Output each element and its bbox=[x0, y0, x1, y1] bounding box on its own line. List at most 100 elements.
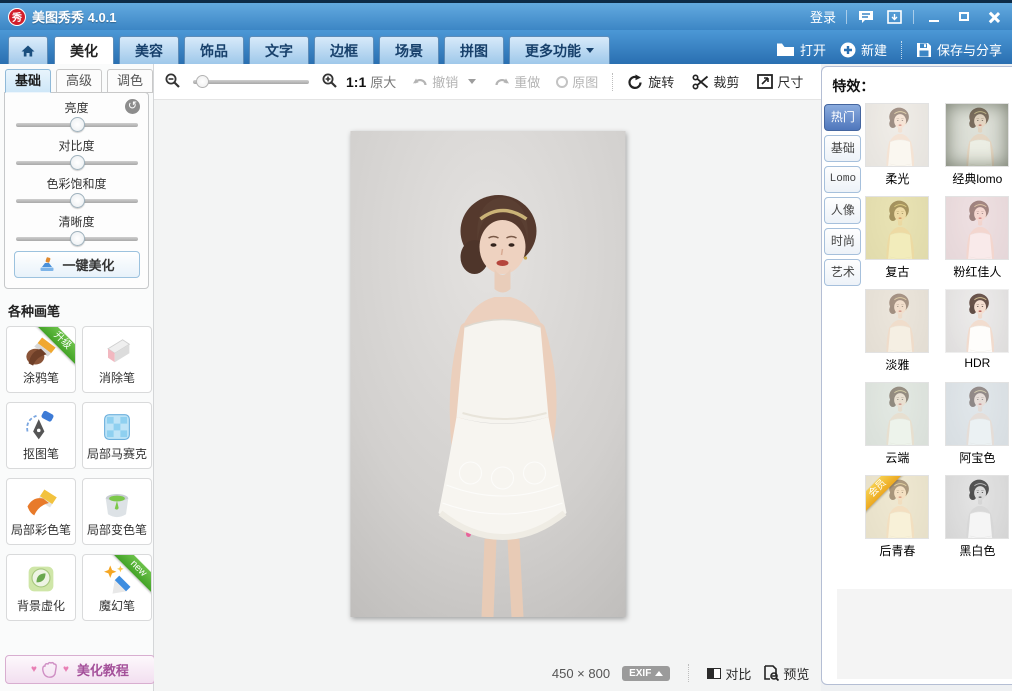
tab-text[interactable]: 文字 bbox=[249, 36, 309, 64]
slider-thumb[interactable] bbox=[70, 231, 85, 246]
color-brush-icon bbox=[22, 485, 60, 521]
login-link[interactable]: 登录 bbox=[810, 7, 836, 26]
slider-label: 对比度 bbox=[5, 137, 148, 154]
ad-placeholder bbox=[837, 589, 1012, 679]
slider-thumb[interactable] bbox=[70, 117, 85, 132]
right-column: 特效： 热门 基础 Lomo 人像 时尚 艺术 柔光 经典lomo bbox=[821, 64, 1012, 691]
crop-button[interactable]: 裁剪 bbox=[692, 72, 739, 91]
app-logo-icon: 秀 bbox=[8, 8, 26, 26]
contrast-slider-row: 对比度 bbox=[5, 137, 148, 165]
eraser-pen-button[interactable]: 消除笔 bbox=[82, 326, 152, 393]
beautify-tutorial-button[interactable]: ♥ ♥ 美化教程 bbox=[5, 655, 155, 684]
tutorial-hand-icon: ♥ ♥ bbox=[31, 661, 69, 679]
maximize-button[interactable] bbox=[954, 8, 974, 26]
tab-collage[interactable]: 拼图 bbox=[444, 36, 504, 64]
doodle-pen-button[interactable]: 涂鸦笔 升级 bbox=[6, 326, 76, 393]
effect-abao-color[interactable]: 阿宝色 bbox=[945, 382, 1009, 466]
zoom-slider[interactable] bbox=[193, 80, 309, 84]
minimize-button[interactable] bbox=[924, 8, 944, 26]
local-recolor-pen-button[interactable]: 局部变色笔 bbox=[82, 478, 152, 545]
rotate-icon bbox=[627, 74, 644, 90]
effect-pink-lady[interactable]: 粉红佳人 bbox=[945, 196, 1009, 280]
new-plus-icon bbox=[840, 42, 856, 58]
undo-button[interactable]: 撤销 bbox=[412, 72, 458, 91]
effect-category-tabs: 热门 基础 Lomo 人像 时尚 艺术 bbox=[824, 104, 861, 286]
one-click-beautify-button[interactable]: 一键美化 bbox=[14, 251, 140, 278]
sharpness-slider-row: 清晰度 bbox=[5, 213, 148, 241]
sharpness-slider[interactable] bbox=[16, 237, 138, 241]
reset-icon[interactable]: ↺ bbox=[125, 99, 140, 114]
effect-cloud[interactable]: 云端 bbox=[865, 382, 929, 466]
separator bbox=[612, 73, 613, 91]
canvas-toolbar: 1:1 原大 撤销 重做 原图 旋转 bbox=[154, 64, 821, 100]
canvas-image[interactable] bbox=[350, 131, 625, 617]
effect-elegant[interactable]: 淡雅 bbox=[865, 289, 929, 373]
tab-basic[interactable]: 基础 bbox=[5, 69, 51, 93]
tab-accessories[interactable]: 饰品 bbox=[184, 36, 244, 64]
feedback-chat-icon[interactable] bbox=[857, 9, 875, 25]
effect-black-white[interactable]: 黑白色 bbox=[945, 475, 1009, 559]
category-hot[interactable]: 热门 bbox=[824, 104, 861, 131]
tab-color-tune[interactable]: 调色 bbox=[107, 69, 153, 93]
slider-thumb[interactable] bbox=[70, 193, 85, 208]
slider-thumb[interactable] bbox=[70, 155, 85, 170]
home-icon bbox=[19, 43, 37, 59]
tab-cosmetics[interactable]: 美容 bbox=[119, 36, 179, 64]
open-button[interactable]: 打开 bbox=[776, 40, 826, 59]
exif-badge[interactable]: EXIF bbox=[622, 666, 670, 681]
new-button[interactable]: 新建 bbox=[840, 40, 887, 59]
save-share-button[interactable]: 保存与分享 bbox=[916, 40, 1002, 59]
save-disk-icon bbox=[916, 42, 932, 58]
contrast-slider[interactable] bbox=[16, 161, 138, 165]
effect-retro[interactable]: 复古 bbox=[865, 196, 929, 280]
tab-more-features[interactable]: 更多功能 bbox=[509, 36, 610, 64]
slider-label: 清晰度 bbox=[5, 213, 148, 230]
effect-soft-light[interactable]: 柔光 bbox=[865, 103, 929, 187]
view-original-button[interactable]: 原图 bbox=[556, 72, 598, 91]
tab-beautify[interactable]: 美化 bbox=[54, 36, 114, 64]
brightness-slider[interactable] bbox=[16, 123, 138, 127]
close-button[interactable] bbox=[984, 8, 1004, 26]
zoom-slider-thumb[interactable] bbox=[196, 75, 209, 88]
zoom-out-icon[interactable] bbox=[164, 72, 181, 92]
tab-frames[interactable]: 边框 bbox=[314, 36, 374, 64]
magic-pen-button[interactable]: 魔幻笔 new bbox=[82, 554, 152, 621]
preview-icon bbox=[763, 665, 779, 681]
preview-button[interactable]: 预览 bbox=[763, 664, 809, 683]
eraser-icon bbox=[98, 333, 136, 369]
home-tab[interactable] bbox=[8, 36, 48, 64]
saturation-slider[interactable] bbox=[16, 199, 138, 203]
category-portrait[interactable]: 人像 bbox=[824, 197, 861, 224]
compare-icon bbox=[707, 668, 721, 679]
redo-button[interactable]: 重做 bbox=[494, 72, 540, 91]
cutout-pen-icon bbox=[22, 409, 60, 445]
category-fashion[interactable]: 时尚 bbox=[824, 228, 861, 255]
canvas-area bbox=[154, 100, 821, 655]
local-color-pen-button[interactable]: 局部彩色笔 bbox=[6, 478, 76, 545]
cutout-pen-button[interactable]: 抠图笔 bbox=[6, 402, 76, 469]
separator bbox=[913, 10, 914, 24]
actual-size-button[interactable]: 1:1 原大 bbox=[346, 72, 396, 91]
close-icon bbox=[988, 11, 1000, 23]
minimize-icon bbox=[929, 20, 939, 22]
mosaic-button[interactable]: 局部马赛克 bbox=[82, 402, 152, 469]
tray-minimize-icon[interactable] bbox=[885, 9, 903, 25]
effect-hdr[interactable]: HDR bbox=[945, 289, 1009, 373]
effects-grid: 柔光 经典lomo 复古 粉红佳人 淡雅 bbox=[865, 103, 1009, 559]
mosaic-icon bbox=[98, 409, 136, 445]
effect-classic-lomo[interactable]: 经典lomo bbox=[945, 103, 1009, 187]
tab-advanced[interactable]: 高级 bbox=[56, 69, 102, 93]
paint-bucket-icon bbox=[98, 485, 136, 521]
separator bbox=[846, 10, 847, 24]
rotate-button[interactable]: 旋转 bbox=[627, 72, 674, 91]
undo-history-arrow-icon[interactable] bbox=[468, 79, 476, 84]
tab-scenes[interactable]: 场景 bbox=[379, 36, 439, 64]
category-basic[interactable]: 基础 bbox=[824, 135, 861, 162]
open-folder-icon bbox=[776, 42, 795, 57]
effect-post-youth[interactable]: 会员 后青春 bbox=[865, 475, 929, 559]
compare-button[interactable]: 对比 bbox=[707, 664, 751, 683]
resize-button[interactable]: 尺寸 bbox=[757, 72, 803, 91]
redo-icon bbox=[494, 75, 510, 89]
background-blur-button[interactable]: 背景虚化 bbox=[6, 554, 76, 621]
zoom-in-icon[interactable] bbox=[321, 72, 338, 92]
